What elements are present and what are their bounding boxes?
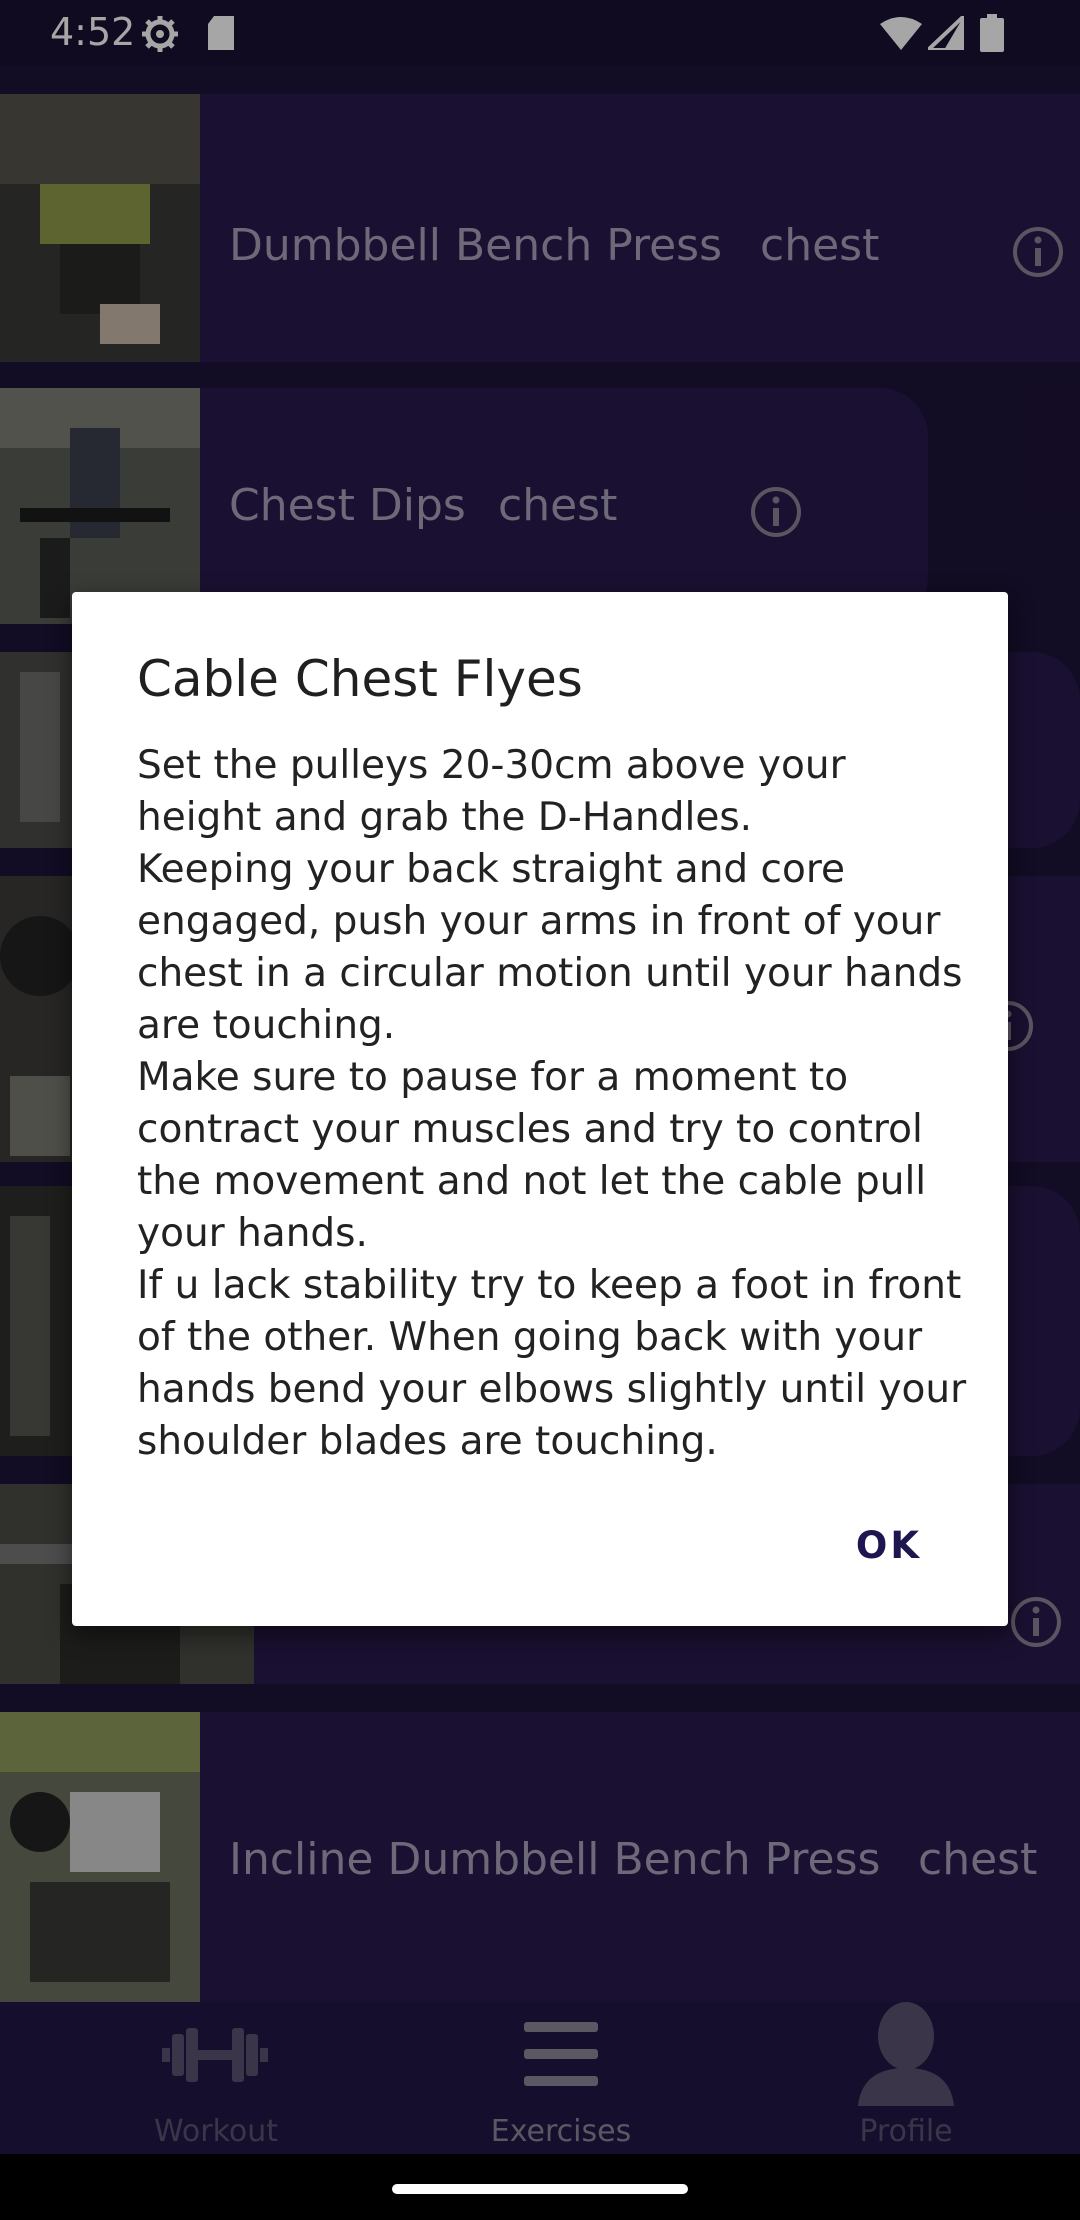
gesture-navigation-bar [0, 2154, 1080, 2220]
dialog-paragraph: Make sure to pause for a moment to contr… [137, 1055, 927, 1256]
dialog-paragraph: Set the pulleys 20-30cm above your heigh… [137, 743, 846, 840]
exercise-info-dialog: Cable Chest Flyes Set the pulleys 20-30c… [72, 592, 1008, 1626]
dialog-paragraph: Keeping your back straight and core enga… [137, 847, 963, 1048]
dialog-paragraph: If u lack stability try to keep a foot i… [137, 1263, 967, 1464]
home-gesture-handle[interactable] [392, 2184, 688, 2194]
ok-button[interactable]: OK [856, 1524, 922, 1567]
app-screen: 4:52 Dumbbell Bench Press chest Chest Di… [0, 0, 1080, 2220]
dialog-body: Set the pulleys 20-30cm above your heigh… [137, 740, 967, 1468]
dialog-title: Cable Chest Flyes [137, 650, 583, 708]
